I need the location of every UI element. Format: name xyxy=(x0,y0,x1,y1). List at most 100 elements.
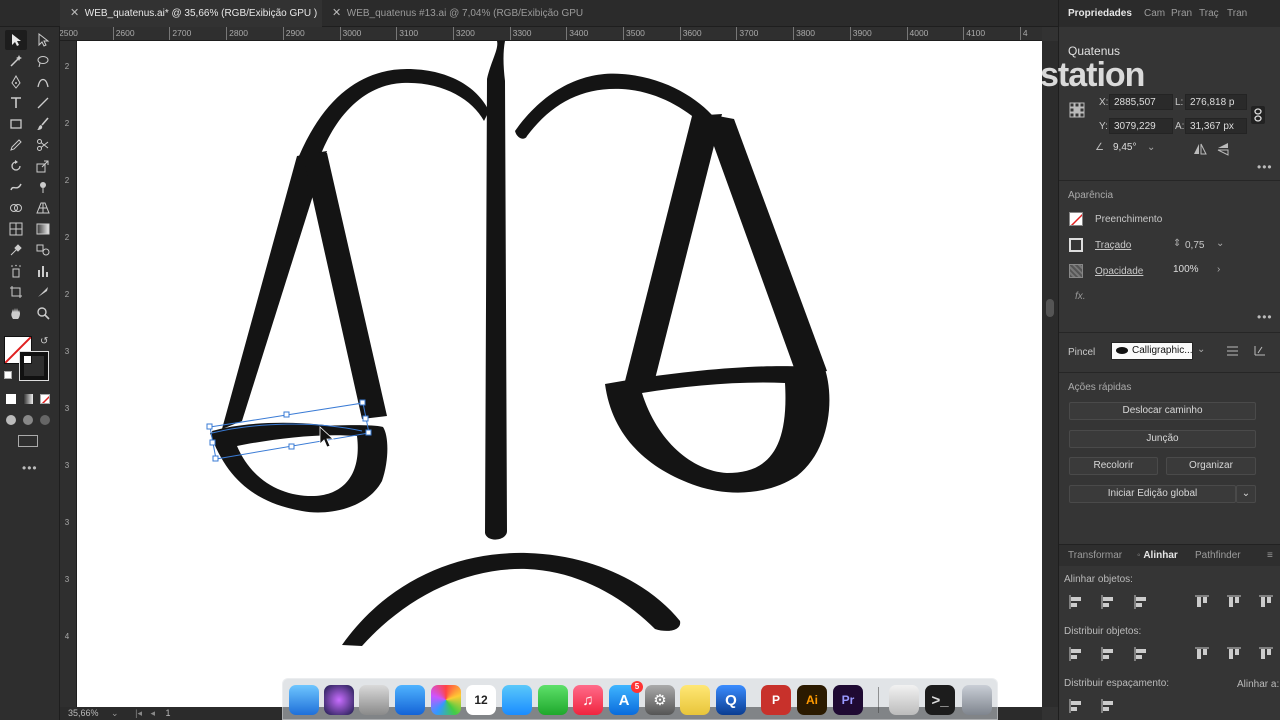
type-tool[interactable] xyxy=(5,93,27,113)
align-icon[interactable] xyxy=(1133,594,1149,610)
start-global-edit-button[interactable]: Iniciar Edição global xyxy=(1069,485,1236,503)
left-pan-right-string[interactable] xyxy=(302,151,387,419)
tab-stroke[interactable]: Traç xyxy=(1199,0,1219,27)
stroke-label[interactable]: Traçado xyxy=(1095,240,1131,251)
more-options-icon[interactable]: ••• xyxy=(1257,310,1273,324)
flip-vertical-icon[interactable] xyxy=(1217,142,1229,156)
finder-icon[interactable] xyxy=(289,685,319,715)
scissors-tool[interactable] xyxy=(32,135,54,155)
arrange-button[interactable]: Organizar xyxy=(1166,457,1256,475)
right-arm[interactable] xyxy=(515,73,717,139)
left-pan-bowl[interactable] xyxy=(210,425,388,513)
chevron-right-icon[interactable]: › xyxy=(1217,264,1220,275)
siri-icon[interactable] xyxy=(324,685,354,715)
left-pan-left-string[interactable] xyxy=(222,151,327,429)
column-graph-tool[interactable] xyxy=(32,261,54,281)
facetime-icon[interactable] xyxy=(538,685,568,715)
x-input[interactable]: 2885,507 xyxy=(1109,94,1173,110)
perspective-grid-tool[interactable] xyxy=(32,198,54,218)
constrain-proportions-icon[interactable] xyxy=(1251,106,1265,124)
artboard-number[interactable]: 1 xyxy=(166,708,171,718)
magic-wand-tool[interactable] xyxy=(5,51,27,71)
spacing-icon[interactable] xyxy=(1068,698,1084,714)
chevron-down-icon[interactable]: ⌄ xyxy=(111,708,119,718)
lasso-tool[interactable] xyxy=(32,51,54,71)
distribute-icon[interactable] xyxy=(1226,646,1242,662)
stroke-swatch-icon[interactable] xyxy=(1069,238,1083,252)
more-options-icon[interactable]: ••• xyxy=(1257,160,1273,174)
system-preferences-icon[interactable]: ⚙ xyxy=(645,685,675,715)
preview-icon[interactable] xyxy=(889,685,919,715)
more-tools-icon[interactable]: ••• xyxy=(22,461,38,475)
hand-tool[interactable] xyxy=(5,303,27,323)
draw-normal-icon[interactable] xyxy=(6,415,16,425)
y-input[interactable]: 3079,229 xyxy=(1109,118,1173,134)
base-arc[interactable] xyxy=(342,552,681,646)
width-input[interactable]: 276,818 p xyxy=(1185,94,1247,110)
offset-path-button[interactable]: Deslocar caminho xyxy=(1069,402,1256,420)
right-pan-bowl[interactable] xyxy=(605,366,830,493)
quicktime-icon[interactable]: Q xyxy=(716,685,746,715)
rectangle-tool[interactable] xyxy=(5,114,27,134)
align-icon[interactable] xyxy=(1258,594,1274,610)
direct-selection-tool[interactable] xyxy=(32,30,54,50)
tab-layers[interactable]: Cam xyxy=(1144,0,1165,27)
right-pan-left-string[interactable] xyxy=(622,114,722,393)
mesh-tool[interactable] xyxy=(5,219,27,239)
premiere-icon[interactable]: Pr xyxy=(833,685,863,715)
symbol-sprayer-tool[interactable] xyxy=(5,261,27,281)
line-tool[interactable] xyxy=(32,93,54,113)
app-store-icon[interactable]: A5 xyxy=(609,681,643,715)
terminal-icon[interactable]: >_ xyxy=(925,685,955,715)
tab-transparency[interactable]: Tran xyxy=(1227,0,1247,27)
left-arm[interactable] xyxy=(299,69,489,159)
chevron-down-icon[interactable]: ⌄ xyxy=(1147,142,1155,153)
brush-library-icon[interactable] xyxy=(1227,346,1238,356)
none-mode-icon[interactable] xyxy=(40,394,50,404)
fx-icon[interactable]: fx. xyxy=(1075,291,1086,302)
warp-tool[interactable] xyxy=(5,177,27,197)
tab-web-quatenus-13[interactable]: ✕ WEB_quatenus #13.ai @ 7,04% (RGB/Exibi… xyxy=(322,0,588,46)
gradient-tool[interactable] xyxy=(32,219,54,239)
stroke-weight-value[interactable]: 0,75 xyxy=(1185,240,1204,251)
curvature-tool[interactable] xyxy=(32,72,54,92)
first-artboard-icon[interactable]: |◂ xyxy=(135,708,142,718)
zoom-level[interactable]: 35,66% xyxy=(68,708,99,718)
distribute-icon[interactable] xyxy=(1258,646,1274,662)
paintbrush-tool[interactable] xyxy=(32,114,54,134)
trash-icon[interactable] xyxy=(962,685,992,715)
scrollbar-thumb[interactable] xyxy=(1046,299,1054,317)
swap-icon[interactable]: ↺ xyxy=(40,336,48,347)
artboard-canvas[interactable] xyxy=(77,41,1042,707)
selection-tool[interactable] xyxy=(5,30,27,50)
align-icon[interactable] xyxy=(1194,594,1210,610)
stroke-swatch[interactable] xyxy=(19,351,49,381)
tab-transform[interactable]: Transformar xyxy=(1068,545,1122,567)
recolor-button[interactable]: Recolorir xyxy=(1069,457,1158,475)
shaper-tool[interactable] xyxy=(5,135,27,155)
brush-select[interactable]: Calligraphic... xyxy=(1111,342,1193,360)
scale-tool[interactable] xyxy=(32,156,54,176)
launchpad-icon[interactable] xyxy=(359,685,389,715)
close-icon[interactable]: ✕ xyxy=(70,0,82,27)
brush-options-icon[interactable] xyxy=(1254,345,1266,356)
puppet-warp-tool[interactable] xyxy=(32,177,54,197)
stepper-icon[interactable]: ⇕ xyxy=(1173,238,1181,249)
illustrator-icon[interactable]: Ai xyxy=(797,685,827,715)
fill-label[interactable]: Preenchimento xyxy=(1095,214,1162,225)
distribute-icon[interactable] xyxy=(1068,646,1084,662)
pen-tool[interactable] xyxy=(5,72,27,92)
distribute-icon[interactable] xyxy=(1133,646,1149,662)
tab-properties[interactable]: Propriedades xyxy=(1068,0,1132,27)
chevron-down-icon[interactable]: ⌄ xyxy=(1216,238,1224,249)
global-edit-dropdown[interactable]: ⌄ xyxy=(1236,485,1256,503)
gradient-mode-icon[interactable] xyxy=(23,394,33,404)
opacity-label[interactable]: Opacidade xyxy=(1095,266,1143,277)
draw-behind-icon[interactable] xyxy=(23,415,33,425)
vertical-scrollbar[interactable] xyxy=(1042,41,1058,707)
spacing-icon[interactable] xyxy=(1100,698,1116,714)
tab-align[interactable]: ◦ Alinhar xyxy=(1137,545,1178,567)
prev-artboard-icon[interactable]: ◂ xyxy=(150,708,155,718)
right-pan-right-string[interactable] xyxy=(702,113,827,376)
align-icon[interactable] xyxy=(1100,594,1116,610)
